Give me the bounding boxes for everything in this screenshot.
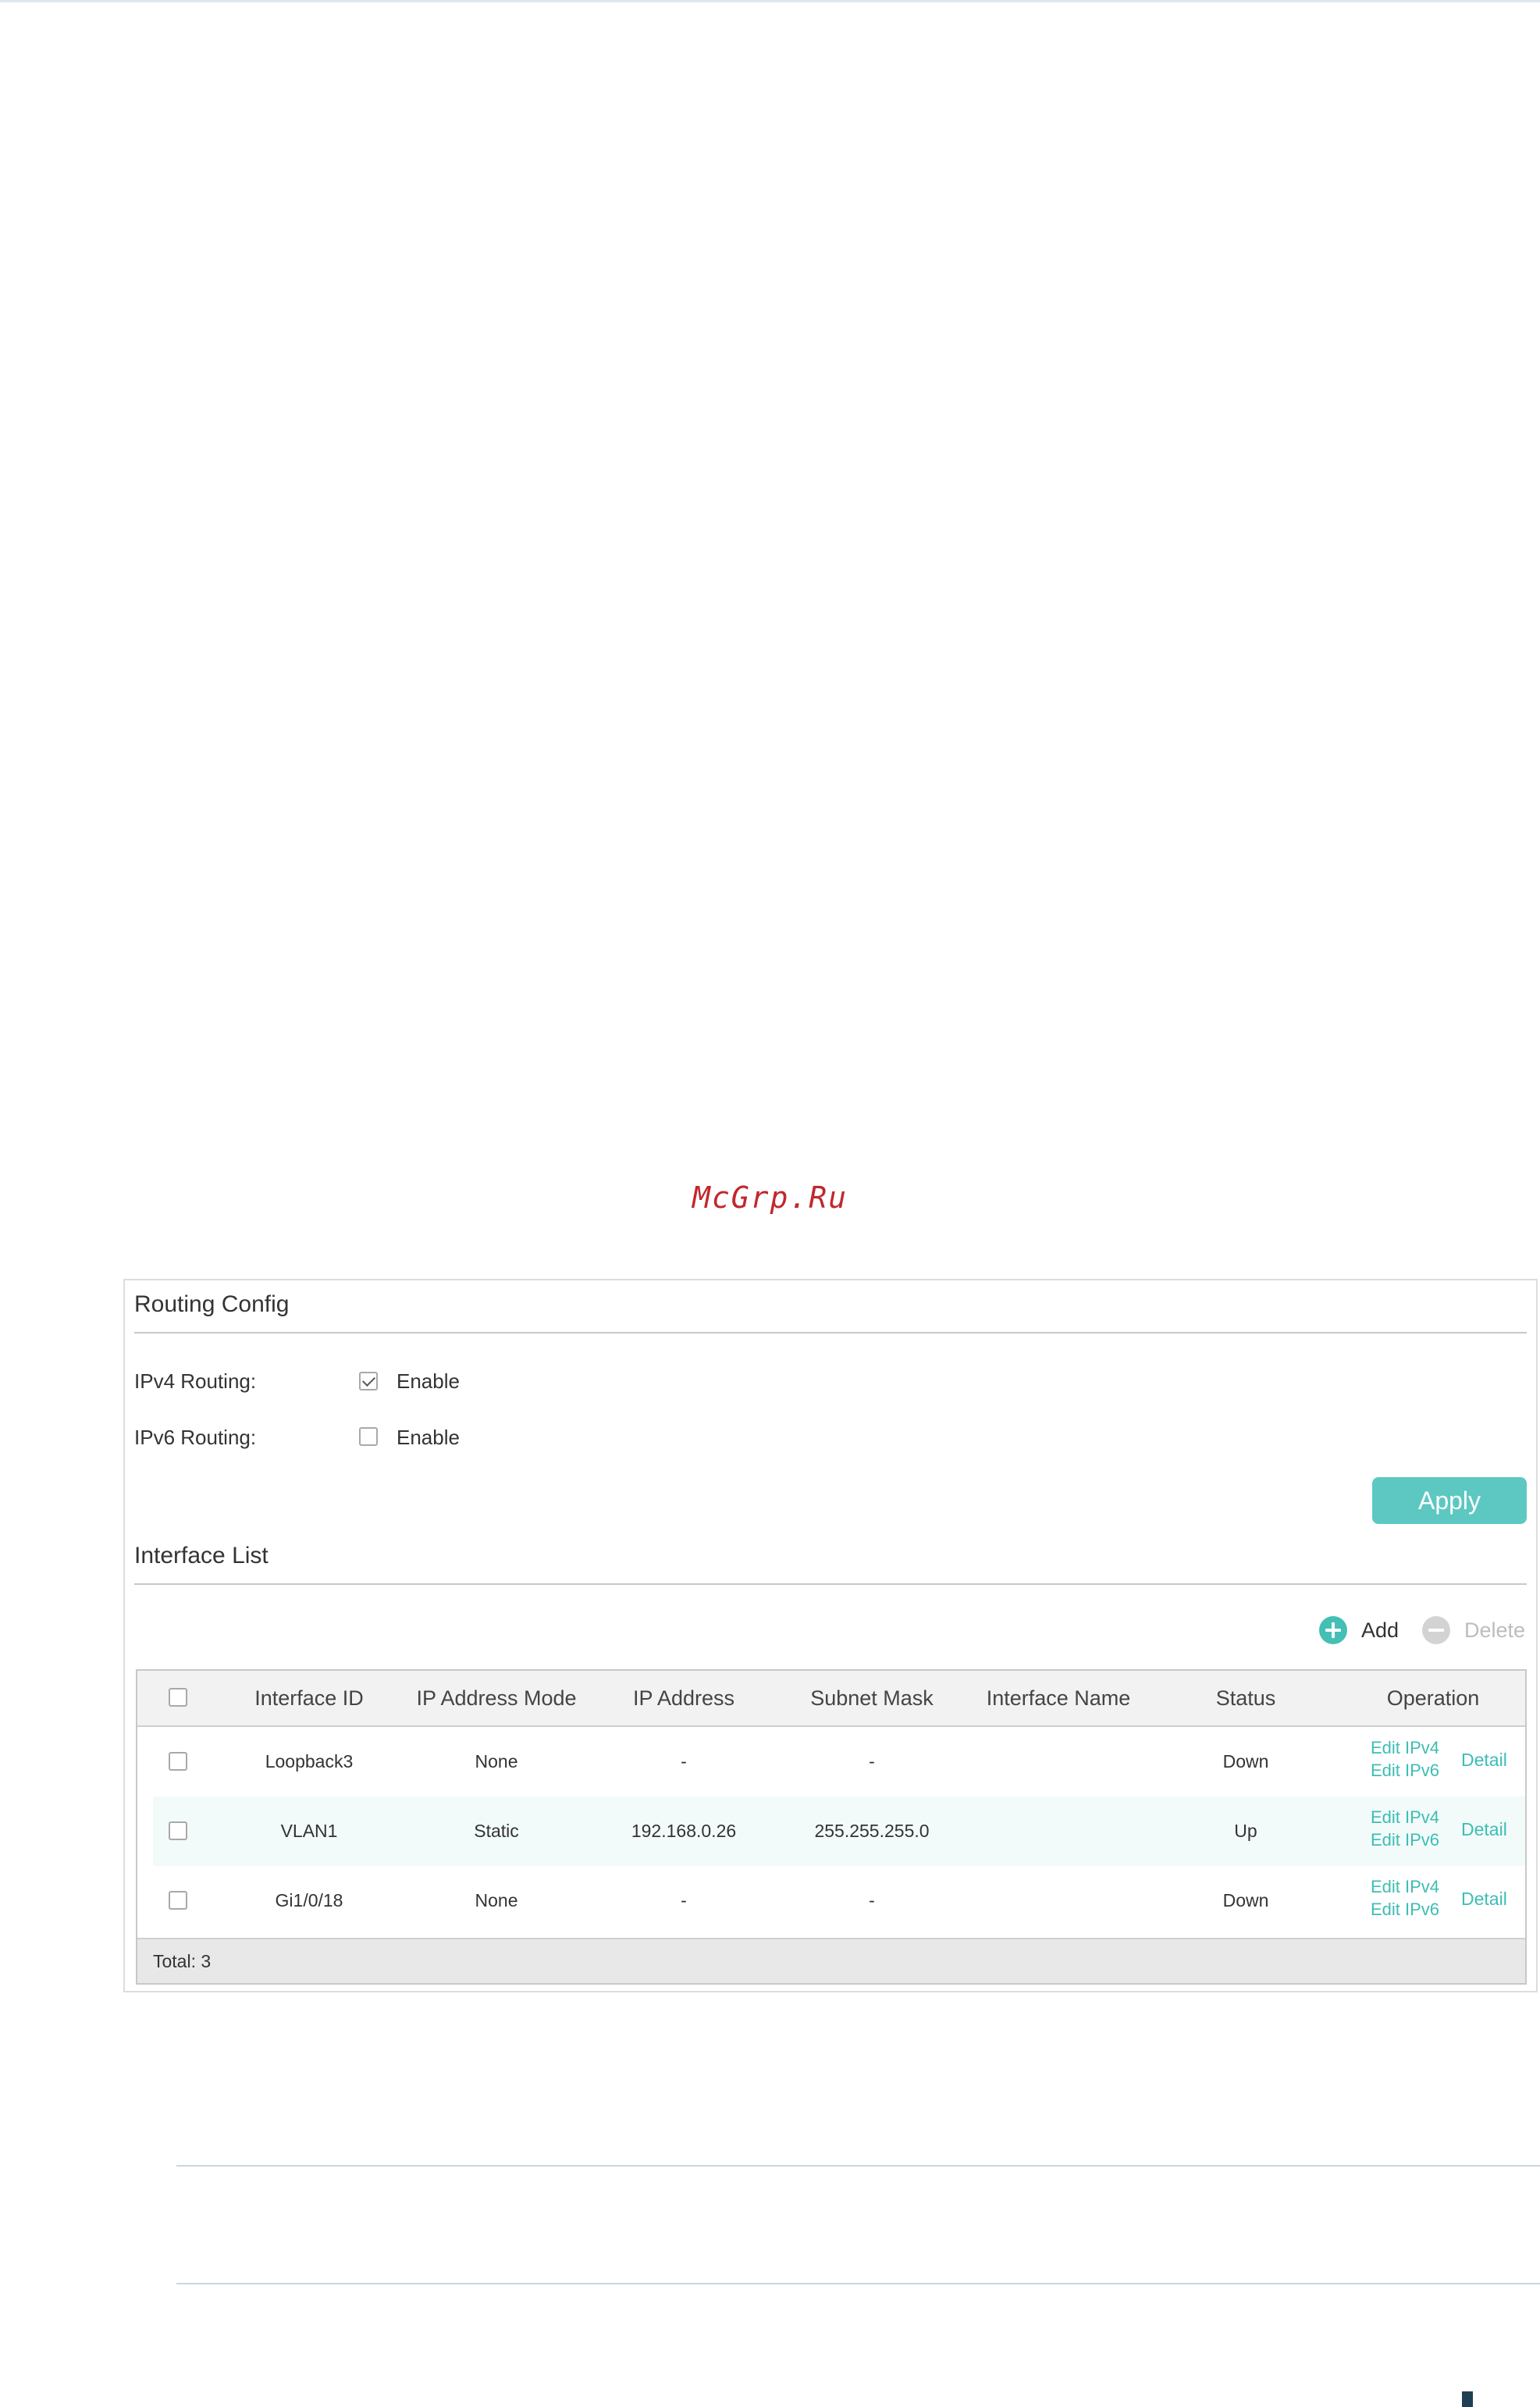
row-checkbox[interactable] xyxy=(169,1752,187,1771)
cell-mask: 255.255.255.0 xyxy=(814,1821,930,1841)
ipv4-routing-label: IPv4 Routing: xyxy=(134,1369,257,1393)
row-checkbox[interactable] xyxy=(169,1891,187,1910)
table-row: Loopback3 None - - Down Edit IPv4 Edit I… xyxy=(153,1727,1525,1796)
cell-mode: None xyxy=(475,1751,518,1771)
table-row: VLAN1 Static 192.168.0.26 255.255.255.0 … xyxy=(153,1796,1525,1866)
interface-list-title: Interface List xyxy=(134,1543,269,1568)
add-label: Add xyxy=(1361,1618,1400,1642)
edit-ipv4-link[interactable]: Edit IPv4 xyxy=(1371,1875,1439,1898)
ipv4-enable-label: Enable xyxy=(397,1369,460,1393)
routing-config-title: Routing Config xyxy=(134,1291,290,1317)
cell-status: Up xyxy=(1234,1821,1257,1841)
cell-interface-id: VLAN1 xyxy=(280,1821,338,1841)
table-row: Gi1/0/18 None - - Down Edit IPv4 Edit IP… xyxy=(153,1866,1525,1935)
ipv6-enable-checkbox[interactable] xyxy=(359,1427,378,1446)
cell-ip: - xyxy=(681,1890,687,1910)
row-operations: Edit IPv4 Edit IPv6 Detail xyxy=(1371,1806,1507,1851)
delete-button[interactable]: Delete xyxy=(1422,1616,1525,1644)
edit-ipv6-link[interactable]: Edit IPv6 xyxy=(1371,1759,1439,1782)
cell-mode: None xyxy=(475,1890,518,1910)
col-interface-name[interactable]: Interface Name xyxy=(987,1686,1131,1711)
section-divider xyxy=(134,1583,1527,1585)
page-divider xyxy=(176,2165,1540,2167)
cell-interface-id: Gi1/0/18 xyxy=(275,1890,343,1910)
cell-status: Down xyxy=(1222,1890,1269,1910)
ipv6-enable-label: Enable xyxy=(397,1426,460,1449)
select-all-checkbox[interactable] xyxy=(169,1688,187,1707)
cell-mask: - xyxy=(869,1890,875,1910)
col-ip-address[interactable]: IP Address xyxy=(633,1686,734,1711)
add-button[interactable]: Add xyxy=(1319,1616,1399,1644)
table-header: Interface ID IP Address Mode IP Address … xyxy=(137,1671,1525,1727)
detail-link[interactable]: Detail xyxy=(1461,1750,1507,1771)
cell-mode: Static xyxy=(474,1821,519,1841)
cell-mask: - xyxy=(869,1751,875,1771)
page-divider xyxy=(176,2283,1540,2284)
cell-ip: - xyxy=(681,1751,687,1771)
watermark: McGrp.Ru xyxy=(692,1180,848,1215)
total-count: Total: 3 xyxy=(153,1951,212,1971)
cell-ip: 192.168.0.26 xyxy=(631,1821,737,1841)
edit-ipv6-link[interactable]: Edit IPv6 xyxy=(1371,1828,1439,1851)
table-footer: Total: 3 xyxy=(137,1938,1525,1983)
row-operations: Edit IPv4 Edit IPv6 Detail xyxy=(1371,1875,1507,1921)
col-interface-id[interactable]: Interface ID xyxy=(254,1686,364,1711)
section-divider xyxy=(134,1332,1527,1333)
col-operation: Operation xyxy=(1386,1686,1480,1710)
edit-ipv4-link[interactable]: Edit IPv4 xyxy=(1371,1736,1439,1759)
row-checkbox[interactable] xyxy=(169,1821,187,1840)
ipv6-routing-label: IPv6 Routing: xyxy=(134,1426,257,1449)
edit-ipv6-link[interactable]: Edit IPv6 xyxy=(1371,1898,1439,1921)
col-subnet-mask[interactable]: Subnet Mask xyxy=(810,1686,934,1711)
add-circle-icon xyxy=(1319,1616,1347,1644)
col-status[interactable]: Status xyxy=(1216,1686,1276,1711)
page-corner-mark xyxy=(1462,2391,1473,2407)
top-rule xyxy=(0,0,1540,2)
cell-interface-id: Loopback3 xyxy=(265,1751,354,1771)
routing-panel: Routing Config IPv4 Routing: Enable IPv6… xyxy=(123,1279,1538,1992)
detail-link[interactable]: Detail xyxy=(1461,1889,1507,1910)
detail-link[interactable]: Detail xyxy=(1461,1819,1507,1840)
row-operations: Edit IPv4 Edit IPv6 Detail xyxy=(1371,1736,1507,1782)
cell-status: Down xyxy=(1222,1751,1269,1771)
edit-ipv4-link[interactable]: Edit IPv4 xyxy=(1371,1806,1439,1828)
delete-circle-icon xyxy=(1422,1616,1450,1644)
ipv4-enable-checkbox[interactable] xyxy=(359,1372,378,1390)
interface-table: Interface ID IP Address Mode IP Address … xyxy=(136,1669,1527,1985)
apply-button[interactable]: Apply xyxy=(1372,1477,1527,1524)
delete-label: Delete xyxy=(1464,1618,1526,1642)
col-ip-address-mode[interactable]: IP Address Mode xyxy=(416,1686,576,1711)
